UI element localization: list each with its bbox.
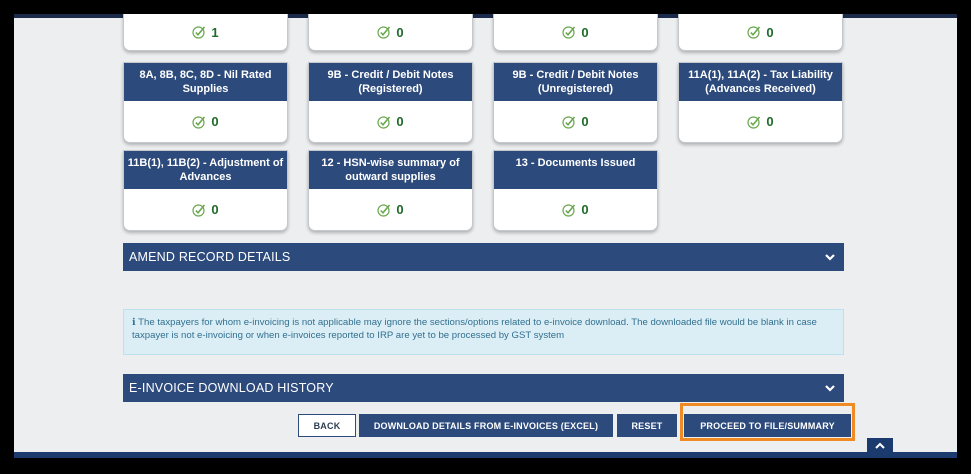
tile-partial-4[interactable]: 0 [678,14,843,51]
chevron-down-icon [825,385,835,392]
check-circle-icon [377,26,391,39]
tile-partial-2[interactable]: 0 [308,14,473,51]
chevron-up-icon [875,442,885,449]
tile-title: 12 - HSN-wise summary of outward supplie… [309,151,472,189]
tile-title: 8A, 8B, 8C, 8D - Nil Rated Supplies [124,63,287,101]
page-content: 1 0 0 0 8A, 8B, 8C, 8D - Nil Rated Suppl… [14,14,957,458]
tile-title: 11A(1), 11A(2) - Tax Liability (Advances… [679,63,842,101]
amend-record-details-bar[interactable]: AMEND RECORD DETAILS [123,243,844,271]
tile-cdn-unregistered[interactable]: 9B - Credit / Debit Notes (Unregistered)… [493,62,658,143]
chevron-down-icon [825,254,835,261]
info-text: ℹ The taxpayers for whom e-invoicing is … [132,317,817,341]
tile-title: 9B - Credit / Debit Notes (Registered) [309,63,472,101]
tile-partial-1[interactable]: 1 [123,14,288,51]
back-button[interactable]: BACK [298,414,356,437]
check-circle-icon [192,115,206,129]
einvoice-download-history-bar[interactable]: E-INVOICE DOWNLOAD HISTORY [123,374,844,402]
tile-count: 0 [766,114,774,129]
tile-title: 13 - Documents Issued [494,151,657,189]
tile-nil-rated-supplies[interactable]: 8A, 8B, 8C, 8D - Nil Rated Supplies 0 [123,62,288,143]
tile-count: 0 [581,24,589,40]
tile-count: 0 [211,114,219,129]
tile-documents-issued[interactable]: 13 - Documents Issued 0 [493,150,658,231]
check-circle-icon [192,203,206,217]
tile-count: 0 [766,24,774,40]
reset-button[interactable]: RESET [617,414,677,437]
bottom-strip [14,452,957,458]
tile-adjustment-of-advances[interactable]: 11B(1), 11B(2) - Adjustment of Advances … [123,150,288,231]
tile-title: 9B - Credit / Debit Notes (Unregistered) [494,63,657,101]
check-circle-icon [377,203,391,217]
check-circle-icon [192,26,206,39]
highlight-box [680,403,855,441]
tile-partial-3[interactable]: 0 [493,14,658,51]
check-circle-icon [562,26,576,39]
tile-count: 1 [211,24,219,40]
download-einvoices-excel-button[interactable]: DOWNLOAD DETAILS FROM E-INVOICES (EXCEL) [359,414,613,437]
info-alert: ℹ The taxpayers for whom e-invoicing is … [123,309,844,355]
tile-count: 0 [581,114,589,129]
check-circle-icon [747,26,761,39]
tile-count: 0 [396,202,404,217]
tile-count: 0 [211,202,219,217]
tile-title: 11B(1), 11B(2) - Adjustment of Advances [124,151,287,189]
tile-count: 0 [581,202,589,217]
tile-count: 0 [396,114,404,129]
check-circle-icon [747,115,761,129]
check-circle-icon [562,203,576,217]
tile-cdn-registered[interactable]: 9B - Credit / Debit Notes (Registered) 0 [308,62,473,143]
section-title: E-INVOICE DOWNLOAD HISTORY [129,381,334,395]
check-circle-icon [562,115,576,129]
section-title: AMEND RECORD DETAILS [129,250,291,264]
tile-hsn-summary[interactable]: 12 - HSN-wise summary of outward supplie… [308,150,473,231]
check-circle-icon [377,115,391,129]
tile-tax-liability-advances[interactable]: 11A(1), 11A(2) - Tax Liability (Advances… [678,62,843,143]
tile-count: 0 [396,24,404,40]
